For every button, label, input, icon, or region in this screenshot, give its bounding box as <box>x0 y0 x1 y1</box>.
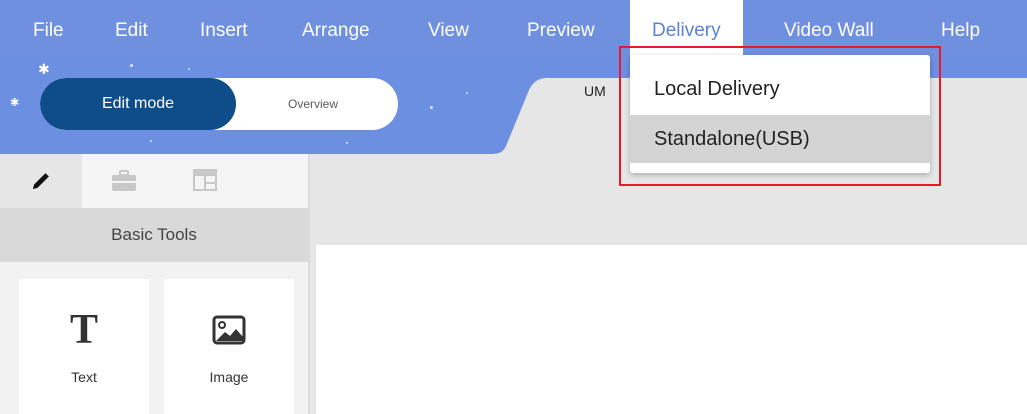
edit-mode-button[interactable]: Edit mode <box>40 78 236 130</box>
sparkle-dot <box>346 142 348 144</box>
sparkle-dot <box>188 68 190 70</box>
tools-panel: Basic Tools T Text Image <box>0 154 310 414</box>
pencil-icon <box>33 173 49 189</box>
overview-button[interactable]: Overview <box>236 78 398 130</box>
menu-view[interactable]: View <box>428 0 469 58</box>
sparkle-dot <box>466 92 468 94</box>
text-tool-label: Text <box>71 369 97 385</box>
tab-edit-tools[interactable] <box>0 154 82 208</box>
sparkle-dot <box>130 64 133 67</box>
menu-file[interactable]: File <box>33 0 64 58</box>
text-icon: T <box>69 307 98 353</box>
image-icon <box>212 315 246 345</box>
menu-preview[interactable]: Preview <box>527 0 595 58</box>
text-tool[interactable]: T Text <box>19 279 149 414</box>
menu-help[interactable]: Help <box>941 0 980 58</box>
sparkle-icon: ✱ <box>38 61 50 77</box>
layout-icon <box>193 169 217 191</box>
image-tool-label: Image <box>209 369 249 385</box>
canvas-area[interactable] <box>316 245 1027 414</box>
image-tool[interactable]: Image <box>164 279 294 414</box>
highlight-box <box>619 46 941 186</box>
menu-insert[interactable]: Insert <box>200 0 248 58</box>
menu-edit[interactable]: Edit <box>115 0 148 58</box>
tool-tabs <box>0 154 310 208</box>
section-title: Basic Tools <box>0 208 308 262</box>
menu-arrange[interactable]: Arrange <box>302 0 370 58</box>
sparkle-dot <box>430 106 433 109</box>
sparkle-dot <box>150 140 152 142</box>
briefcase-icon <box>112 170 136 191</box>
mode-toggle[interactable]: Edit mode Overview <box>40 78 398 130</box>
canvas-tab-label[interactable]: UM <box>584 83 606 99</box>
tab-layout[interactable] <box>164 154 246 208</box>
sparkle-icon: ✱ <box>10 97 20 109</box>
tab-toolbox[interactable] <box>82 154 164 208</box>
panel-divider <box>308 154 310 414</box>
